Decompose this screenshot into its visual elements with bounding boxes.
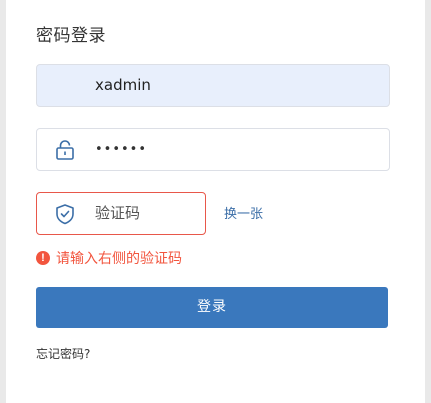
error-circle-icon: !	[36, 251, 50, 265]
lock-icon	[54, 139, 76, 161]
error-message: ! 请输入右侧的验证码	[36, 248, 182, 268]
captcha-field[interactable]: 验证码	[36, 192, 206, 235]
login-button[interactable]: 登录	[36, 287, 388, 328]
refresh-captcha-link[interactable]: 换一张	[224, 203, 263, 222]
password-value: ••••••	[95, 142, 148, 157]
password-field[interactable]: ••••••	[36, 128, 390, 171]
login-title: 密码登录	[36, 26, 106, 46]
captcha-placeholder: 验证码	[95, 204, 141, 222]
shield-check-icon	[54, 203, 76, 225]
forgot-password-link[interactable]: 忘记密码?	[36, 345, 90, 362]
login-panel: 密码登录 xadmin •••••• 验证码 换一张 ! 请输入右侧的验证码 登…	[6, 0, 425, 403]
error-text: 请输入右侧的验证码	[56, 251, 182, 267]
username-field[interactable]: xadmin	[36, 64, 390, 107]
username-value: xadmin	[95, 76, 151, 94]
